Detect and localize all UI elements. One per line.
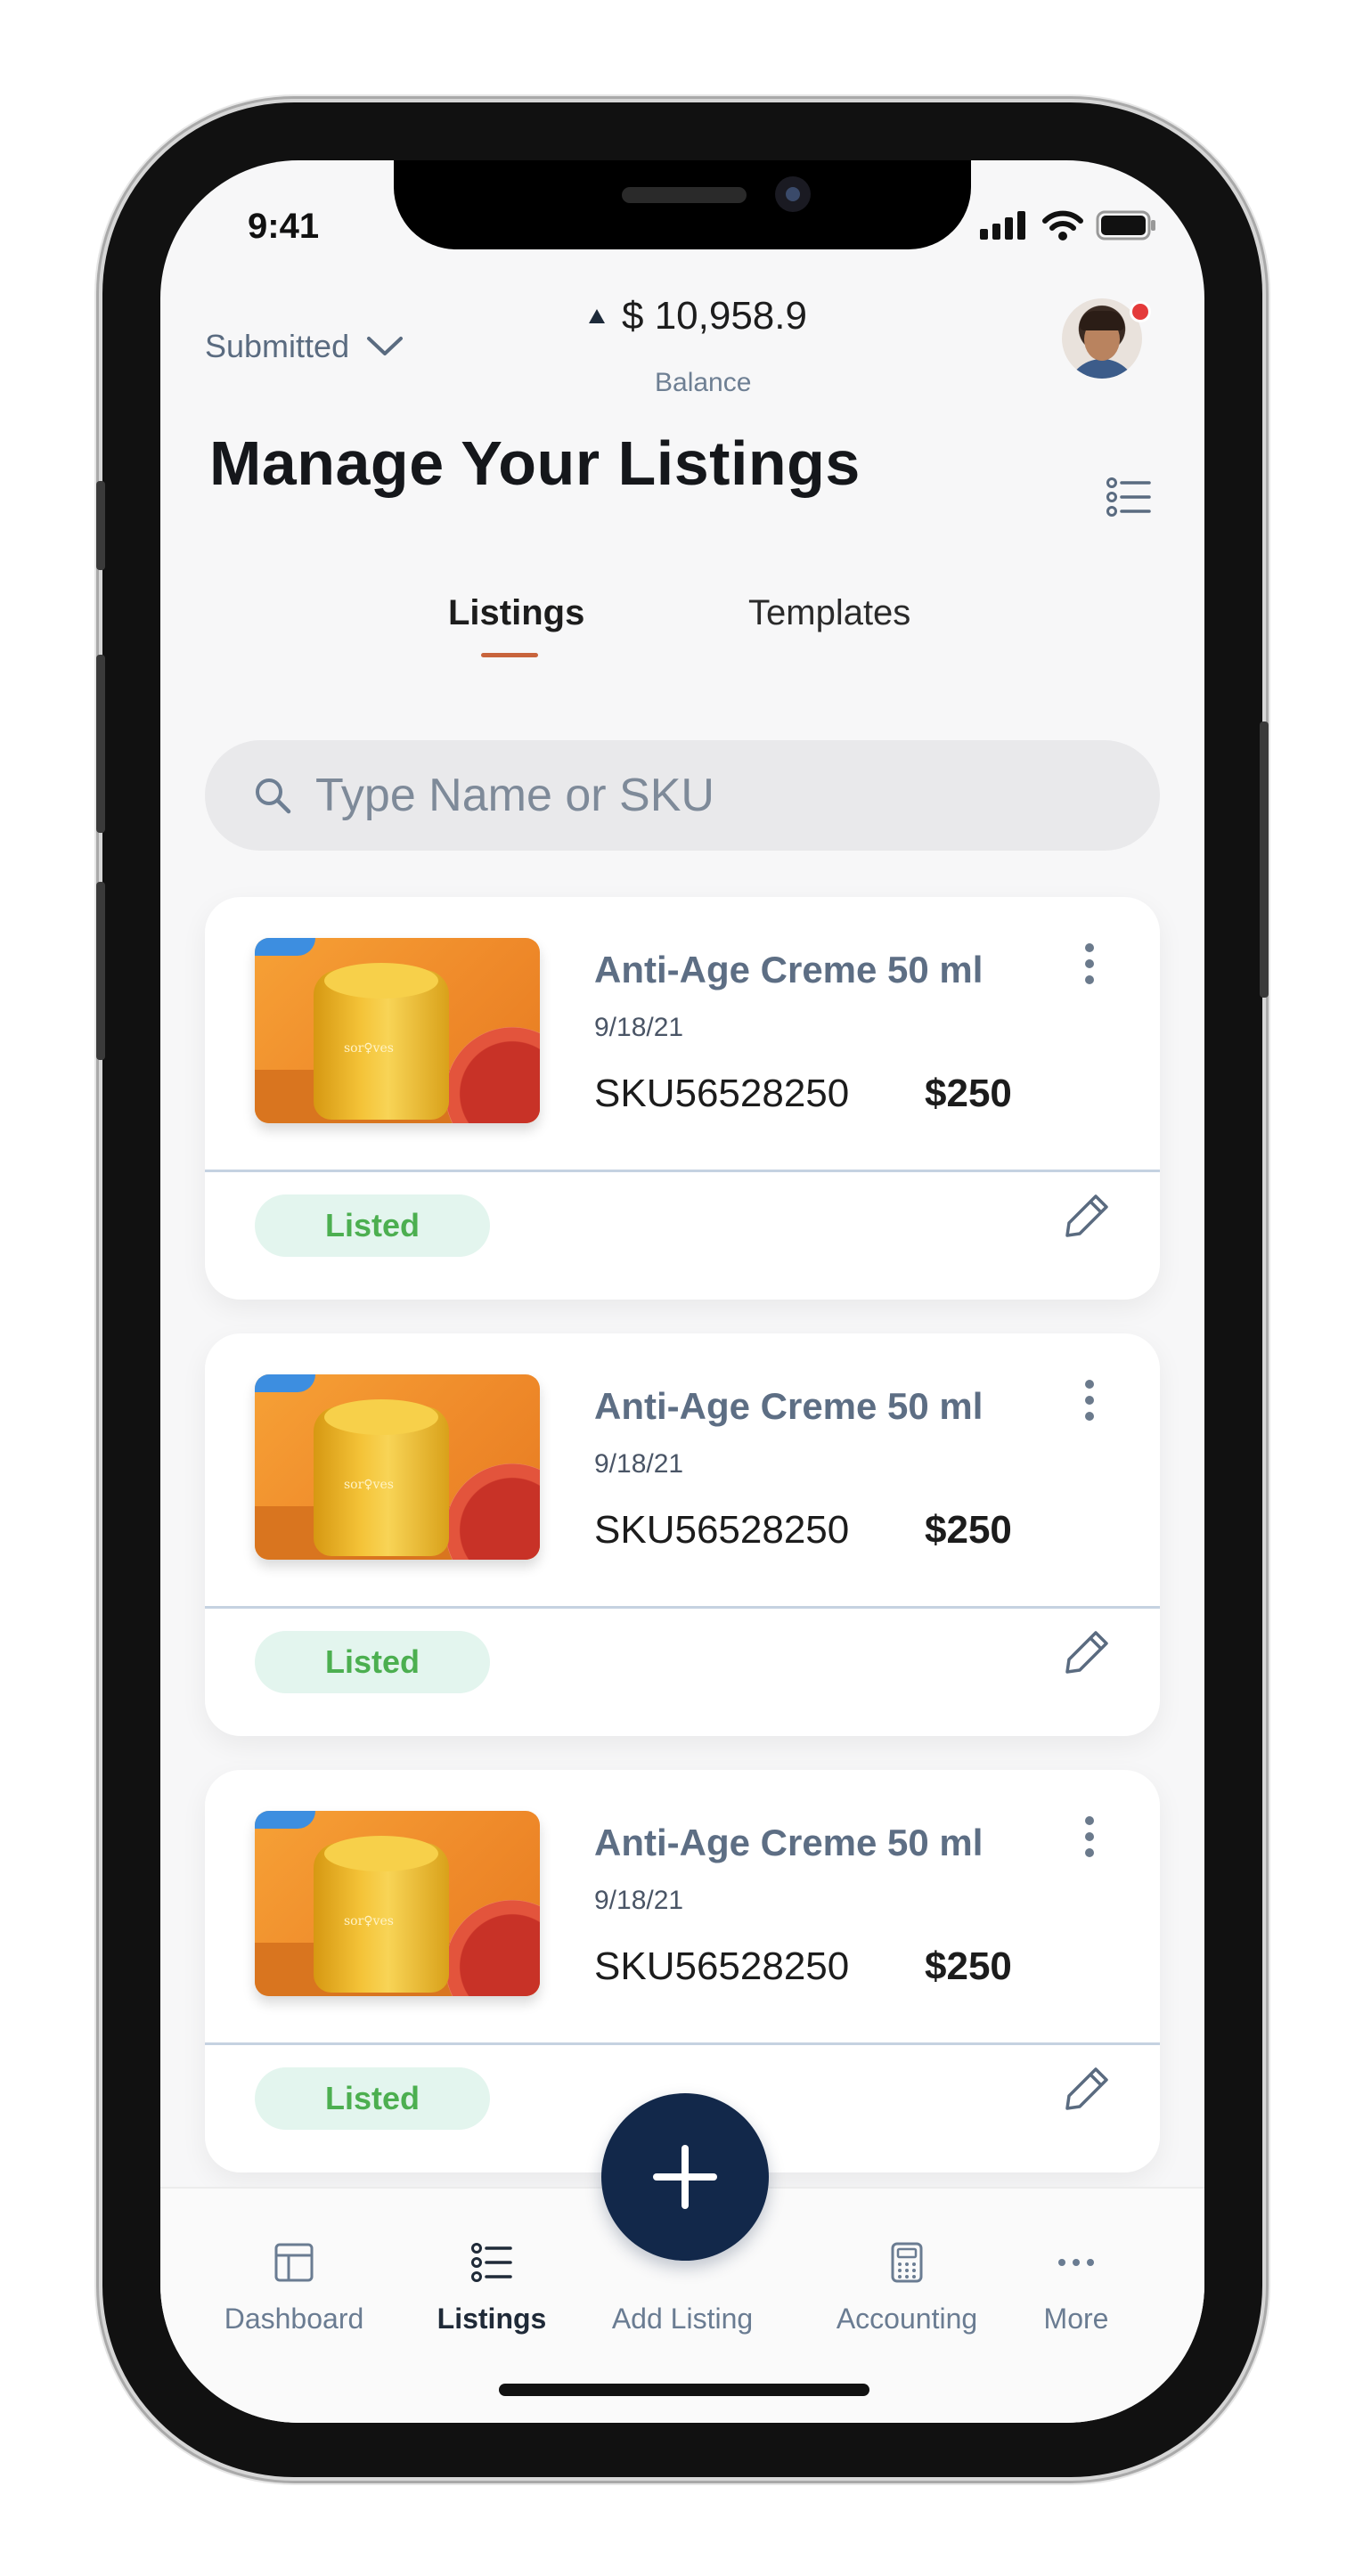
listing-sku: SKU56528250 <box>594 1508 850 1552</box>
jar-label: sor♀ves <box>344 1914 394 1928</box>
listing-title: Anti-Age Creme 50 ml <box>594 1822 983 1863</box>
nav-more[interactable]: More <box>987 2242 1165 2336</box>
nav-more-label: More <box>1043 2303 1109 2335</box>
page-title: Manage Your Listings <box>209 428 861 498</box>
volume-down-button <box>96 882 105 1060</box>
cream-top-graphic <box>324 1836 438 1871</box>
avatar-body <box>1066 359 1138 379</box>
nav-add-listing-label: Add Listing <box>611 2303 754 2335</box>
cellular-signal-icon <box>980 211 1025 240</box>
product-image: sor♀ves <box>255 1374 540 1560</box>
tab-templates[interactable]: Templates <box>748 593 910 633</box>
nav-accounting[interactable]: Accounting <box>818 2242 996 2336</box>
search-bar[interactable] <box>205 740 1160 851</box>
nav-dashboard[interactable]: Dashboard <box>205 2242 383 2336</box>
search-input[interactable] <box>314 768 1160 823</box>
home-indicator[interactable] <box>499 2384 869 2396</box>
grapefruit-graphic <box>445 1900 540 1996</box>
plus-icon <box>653 2145 717 2209</box>
pencil-icon[interactable] <box>1062 1627 1112 1677</box>
listing-date: 9/18/21 <box>594 1886 684 1915</box>
more-icon <box>1058 2259 1094 2266</box>
card-divider <box>205 2042 1160 2045</box>
jar-label: sor♀ves <box>344 1041 394 1056</box>
pencil-icon[interactable] <box>1062 2064 1112 2114</box>
listing-card[interactable]: sor♀ves Anti-Age Creme 50 ml 9/18/21 SKU… <box>205 1333 1160 1736</box>
nav-dashboard-label: Dashboard <box>224 2303 364 2335</box>
earpiece-speaker <box>622 187 747 203</box>
more-options-icon[interactable] <box>1076 936 1103 999</box>
image-corner-tag <box>255 938 315 956</box>
status-badge: Listed <box>255 1631 490 1693</box>
card-divider <box>205 1170 1160 1172</box>
product-image: sor♀ves <box>255 1811 540 1996</box>
jar-label: sor♀ves <box>344 1478 394 1492</box>
trend-up-icon <box>589 309 605 323</box>
cream-top-graphic <box>324 963 438 999</box>
image-corner-tag <box>255 1811 315 1829</box>
power-button <box>1260 721 1269 998</box>
battery-icon <box>1096 210 1155 240</box>
nav-listings-label: Listings <box>437 2303 547 2335</box>
active-tab-indicator <box>481 653 538 657</box>
notification-dot <box>1130 301 1151 322</box>
notch <box>394 160 971 249</box>
tab-listings[interactable]: Listings <box>448 593 584 633</box>
balance-caption: Balance <box>655 368 752 397</box>
status-filter-label: Submitted <box>205 328 350 364</box>
more-options-icon[interactable] <box>1076 1809 1103 1871</box>
search-icon <box>256 779 291 814</box>
grapefruit-graphic <box>445 1027 540 1123</box>
listing-card[interactable]: sor♀ves Anti-Age Creme 50 ml 9/18/21 SKU… <box>205 897 1160 1300</box>
listing-date: 9/18/21 <box>594 1013 684 1042</box>
status-badge: Listed <box>255 2067 490 2130</box>
pencil-icon[interactable] <box>1062 1191 1112 1241</box>
card-divider <box>205 1606 1160 1609</box>
avatar-hair <box>1080 311 1124 330</box>
listing-title: Anti-Age Creme 50 ml <box>594 949 983 990</box>
nav-accounting-label: Accounting <box>836 2303 978 2335</box>
list-icon <box>471 2243 512 2282</box>
product-image: sor♀ves <box>255 938 540 1123</box>
more-options-icon[interactable] <box>1076 1373 1103 1435</box>
wifi-icon <box>1042 210 1083 240</box>
listing-price: $250 <box>925 1944 1012 1988</box>
grapefruit-graphic <box>445 1463 540 1560</box>
status-badge: Listed <box>255 1194 490 1257</box>
listing-price: $250 <box>925 1508 1012 1552</box>
mute-switch <box>96 481 105 570</box>
status-filter-dropdown[interactable]: Submitted <box>205 328 404 365</box>
volume-up-button <box>96 655 105 833</box>
list-view-icon[interactable] <box>1106 477 1151 518</box>
listing-sku: SKU56528250 <box>594 1944 850 1988</box>
balance: $ 10,958.9 <box>588 294 807 338</box>
image-corner-tag <box>255 1374 315 1392</box>
app-screen: 9:41 Submitted $ 10,958.9 Balance Manage… <box>160 160 1204 2423</box>
nav-listings[interactable]: Listings <box>403 2242 581 2336</box>
status-icons <box>980 210 1158 240</box>
dashboard-icon <box>274 2243 314 2282</box>
nav-add-listing[interactable]: Add Listing <box>593 2283 771 2336</box>
listing-sku: SKU56528250 <box>594 1072 850 1115</box>
chevron-down-icon <box>367 337 404 355</box>
add-listing-button[interactable] <box>601 2093 769 2261</box>
listing-date: 9/18/21 <box>594 1449 684 1479</box>
status-time: 9:41 <box>248 207 320 246</box>
front-camera <box>775 176 811 212</box>
listing-title: Anti-Age Creme 50 ml <box>594 1385 983 1427</box>
calculator-icon <box>891 2242 923 2283</box>
balance-amount: $ 10,958.9 <box>622 294 807 338</box>
cream-top-graphic <box>324 1399 438 1435</box>
listing-price: $250 <box>925 1072 1012 1115</box>
